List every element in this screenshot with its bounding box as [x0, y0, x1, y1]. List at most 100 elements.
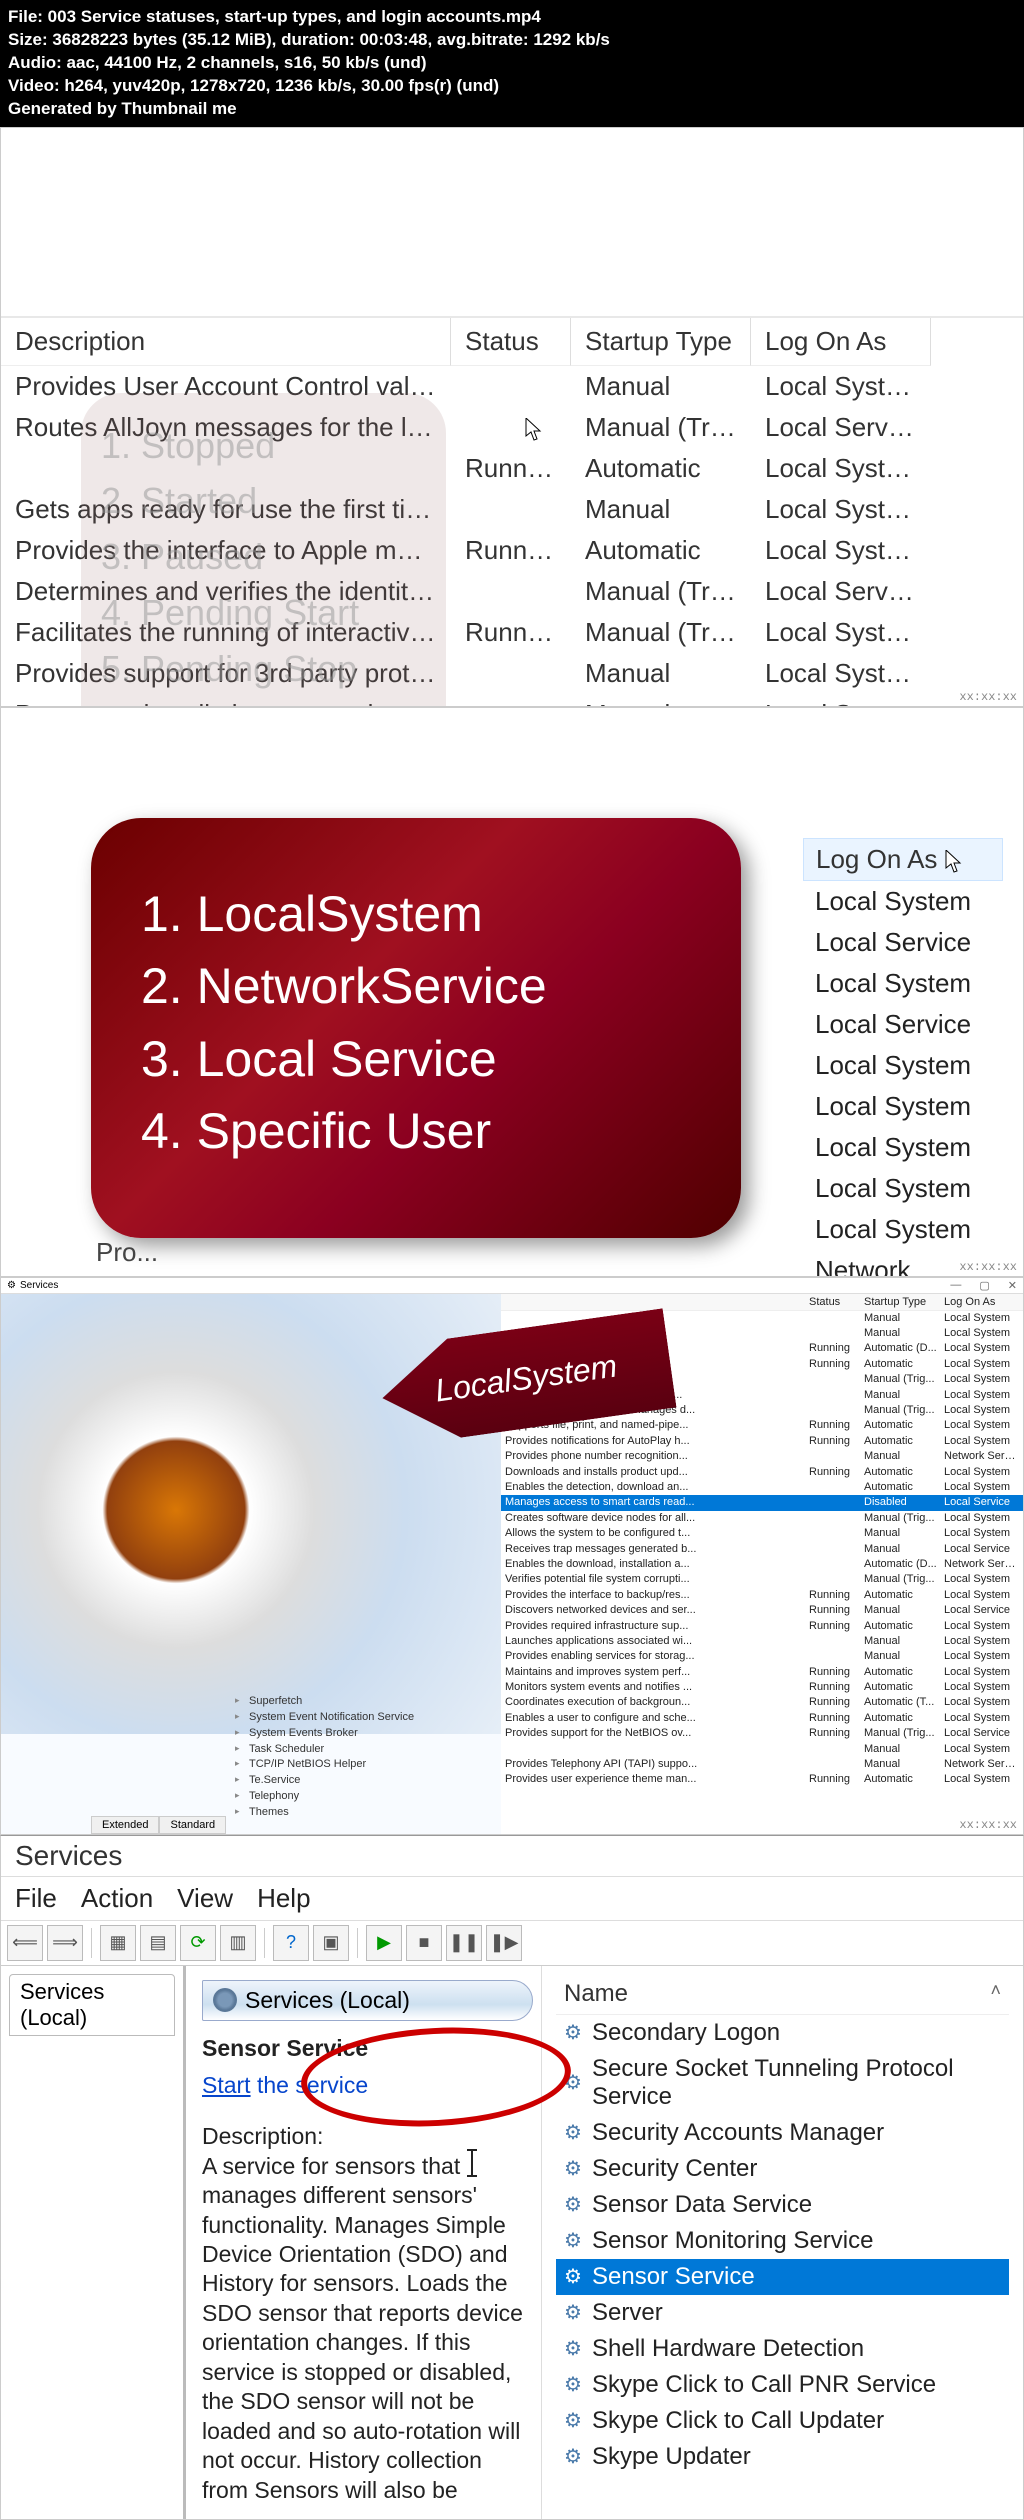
menu-view[interactable]: View	[177, 1883, 233, 1914]
table-row[interactable]: Launches applications associated wi...Ma…	[501, 1634, 1023, 1649]
tree-item[interactable]: System Event Notification Service	[231, 1710, 431, 1726]
service-tree[interactable]: SuperfetchSystem Event Notification Serv…	[231, 1694, 431, 1822]
help-button[interactable]: ?	[273, 1925, 309, 1961]
table-cell[interactable]	[451, 571, 571, 612]
col-log-on-as[interactable]: Log On As	[751, 318, 931, 366]
list-item[interactable]: ⚙Shell Hardware Detection	[556, 2331, 1009, 2367]
properties-button[interactable]: ▦	[100, 1925, 136, 1961]
table-row[interactable]: Provides the interface to backup/res...R…	[501, 1588, 1023, 1603]
tree-item[interactable]: Superfetch	[231, 1694, 431, 1710]
list-item[interactable]: ⚙Skype Click to Call PNR Service	[556, 2367, 1009, 2403]
table-row[interactable]: Provides phone number recognition...Manu…	[501, 1449, 1023, 1464]
tab-standard[interactable]: Standard	[159, 1816, 226, 1834]
table-row[interactable]: Provides support for the NetBIOS ov...Ru…	[501, 1726, 1023, 1741]
table-row[interactable]: Creates software device nodes for all...…	[501, 1511, 1023, 1526]
start-service-button[interactable]: ▶	[366, 1925, 402, 1961]
table-row[interactable]: Discovers networked devices and ser...Ru…	[501, 1603, 1023, 1618]
table-cell[interactable]: Manual (Trig...	[571, 571, 751, 612]
col-log-on-as[interactable]: Log On As	[803, 838, 1003, 881]
menu-action[interactable]: Action	[81, 1883, 153, 1914]
table-cell[interactable]: Running	[451, 612, 571, 653]
logon-value[interactable]: Local System	[803, 963, 1003, 1004]
tab-extended[interactable]: Extended	[91, 1816, 159, 1834]
list-item[interactable]: ⚙Sensor Data Service	[556, 2187, 1009, 2223]
table-row[interactable]: Receives trap messages generated b...Man…	[501, 1542, 1023, 1557]
logon-value[interactable]: Local Service	[803, 1004, 1003, 1045]
forward-button[interactable]: ⟹	[47, 1925, 83, 1961]
table-cell[interactable]: Local System	[751, 530, 931, 571]
table-cell[interactable]: Local Service	[751, 571, 931, 612]
tree-item[interactable]: Telephony	[231, 1789, 431, 1805]
tree-item[interactable]: Te.Service	[231, 1773, 431, 1789]
export-list-button[interactable]: ▥	[220, 1925, 256, 1961]
logon-value[interactable]: Local System	[803, 1209, 1003, 1250]
export-button[interactable]: ▤	[140, 1925, 176, 1961]
table-cell[interactable]: Manual	[571, 653, 751, 694]
col-startup-type[interactable]: Startup Type	[571, 318, 751, 366]
tree-item[interactable]: Task Scheduler	[231, 1742, 431, 1758]
table-cell[interactable]: Manual	[571, 366, 751, 407]
maximize-button[interactable]: ▢	[979, 1279, 989, 1292]
list-item[interactable]: ⚙Sensor Monitoring Service	[556, 2223, 1009, 2259]
list-item[interactable]: ⚙Skype Click to Call Updater	[556, 2403, 1009, 2439]
table-row[interactable]: Provides user experience theme man...Run…	[501, 1772, 1023, 1787]
minimize-button[interactable]: —	[950, 1279, 961, 1292]
table-row[interactable]: Manages access to smart cards read...Dis…	[501, 1495, 1023, 1510]
table-cell[interactable]	[451, 653, 571, 694]
console-button[interactable]: ▣	[313, 1925, 349, 1961]
list-item[interactable]: ⚙Secondary Logon	[556, 2015, 1009, 2051]
table-row[interactable]: Provides enabling services for storag...…	[501, 1649, 1023, 1664]
table-cell[interactable]: Local Service	[751, 407, 931, 448]
logon-value[interactable]: Local System	[803, 1127, 1003, 1168]
col-status[interactable]: Status	[451, 318, 571, 366]
table-cell[interactable]: Local System	[751, 489, 931, 530]
close-button[interactable]: ✕	[1008, 1279, 1017, 1292]
table-cell[interactable]: Manual (Trig...	[571, 407, 751, 448]
tree-item[interactable]: TCP/IP NetBIOS Helper	[231, 1757, 431, 1773]
table-cell[interactable]: Manual (Trig...	[571, 612, 751, 653]
menu-help[interactable]: Help	[257, 1883, 310, 1914]
list-item[interactable]: ⚙Server	[556, 2295, 1009, 2331]
logon-value[interactable]: Local System	[803, 1086, 1003, 1127]
stop-service-button[interactable]: ■	[406, 1925, 442, 1961]
col-name[interactable]: Name ˄	[556, 1974, 1009, 2015]
table-row[interactable]: Maintains and improves system perf...Run…	[501, 1665, 1023, 1680]
table-cell[interactable]: Local System	[751, 694, 931, 707]
tree-item[interactable]: System Events Broker	[231, 1726, 431, 1742]
table-cell[interactable]	[451, 489, 571, 530]
table-row[interactable]: Enables the download, installation a...A…	[501, 1557, 1023, 1572]
mini-table-header[interactable]: Status Startup Type Log On As	[501, 1294, 1023, 1311]
table-cell[interactable]	[451, 694, 571, 707]
tree-item[interactable]: Themes	[231, 1805, 431, 1821]
table-row[interactable]: Monitors system events and notifies ...R…	[501, 1680, 1023, 1695]
table-row[interactable]: Coordinates execution of backgroun...Run…	[501, 1695, 1023, 1710]
table-cell[interactable]	[451, 407, 571, 448]
menu-file[interactable]: File	[15, 1883, 57, 1914]
logon-value[interactable]: Local System	[803, 881, 1003, 922]
list-item[interactable]: ⚙Security Accounts Manager	[556, 2115, 1009, 2151]
table-row[interactable]: Enables the detection, download an...Aut…	[501, 1480, 1023, 1495]
table-cell[interactable]: Running	[451, 530, 571, 571]
table-row[interactable]: Provides required infrastructure sup...R…	[501, 1619, 1023, 1634]
list-item[interactable]: ⚙Sensor Service	[556, 2259, 1009, 2295]
table-cell[interactable]: Local System	[751, 448, 931, 489]
col-description[interactable]: Description	[1, 318, 451, 366]
table-row[interactable]: Verifies potential file system corrupti.…	[501, 1572, 1023, 1587]
table-row[interactable]: Provides Telephony API (TAPI) suppo...Ma…	[501, 1757, 1023, 1772]
table-cell[interactable]: Manual	[571, 489, 751, 530]
table-row[interactable]: Downloads and installs product upd...Run…	[501, 1465, 1023, 1480]
list-item[interactable]: ⚙Security Center	[556, 2151, 1009, 2187]
list-item[interactable]: ⚙Secure Socket Tunneling Protocol Servic…	[556, 2051, 1009, 2115]
table-row[interactable]: Provides notifications for AutoPlay h...…	[501, 1434, 1023, 1449]
restart-service-button[interactable]: ❚▶	[486, 1925, 522, 1961]
table-row[interactable]: ManualLocal System	[501, 1742, 1023, 1757]
pause-service-button[interactable]: ❚❚	[446, 1925, 482, 1961]
sidebar-services-local[interactable]: Services (Local)	[9, 1974, 175, 2036]
logon-value[interactable]: Local System	[803, 1168, 1003, 1209]
table-cell[interactable]: Running	[451, 448, 571, 489]
start-service-link[interactable]: Start the service	[202, 2072, 533, 2099]
logon-value[interactable]: Local Service	[803, 922, 1003, 963]
table-cell[interactable]: Manual	[571, 694, 751, 707]
table-cell[interactable]: Local System	[751, 366, 931, 407]
list-item[interactable]: ⚙Skype Updater	[556, 2439, 1009, 2475]
